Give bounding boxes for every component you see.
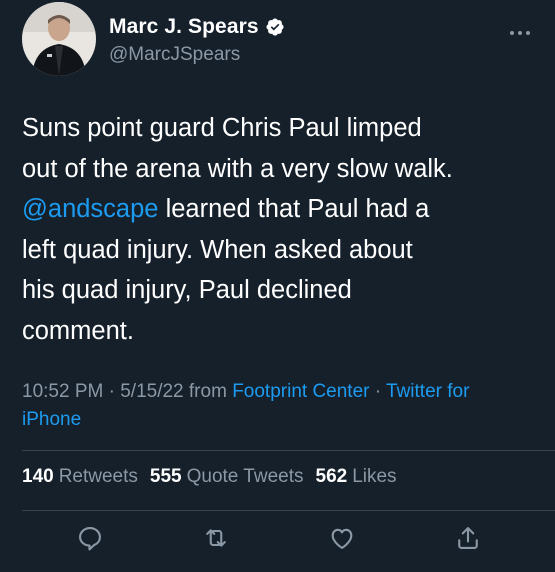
retweet-icon [206,529,226,547]
quotes-stat[interactable]: 555 Quote Tweets [150,466,304,488]
tweet-text: Suns point guard Chris Paul limped out o… [22,108,537,351]
retweets-label: Retweets [58,466,138,487]
more-icon[interactable] [509,24,531,35]
display-name[interactable]: Marc J. Spears [109,15,259,39]
retweets-stat[interactable]: 140 Retweets [22,466,138,488]
retweets-count: 140 [22,466,54,487]
reply-icon [79,527,101,551]
action-bar [0,522,555,558]
divider [22,450,555,451]
avatar[interactable] [22,2,96,76]
avatar-image [22,2,96,76]
name-row: Marc J. Spears [109,14,285,40]
quotes-count: 555 [149,466,182,487]
likes-label: Likes [352,466,397,487]
location-link[interactable]: Footprint Center [232,381,369,402]
likes-count: 562 [315,466,348,487]
tweet-meta: 10:52 PM · 5/15/22 from Footprint Center… [22,378,532,434]
like-button[interactable] [328,524,356,552]
handle[interactable]: @MarcJSpears [109,44,285,66]
tweet-date[interactable]: 5/15/22 [120,381,183,402]
share-button[interactable] [454,524,482,552]
likes-stat[interactable]: 562 Likes [316,466,397,488]
share-icon [458,527,478,549]
from-label: from [183,381,233,402]
like-icon [331,528,353,549]
tweet-time[interactable]: 10:52 PM [22,381,103,402]
meta-separator: · [103,381,121,402]
meta-separator: · [369,381,387,402]
tweet-text-part: Suns point guard Chris Paul limped out o… [22,114,453,183]
author-block: Marc J. Spears @MarcJSpears [109,14,285,66]
verified-badge-icon [265,17,285,37]
mention-link[interactable]: @andscape [22,195,158,223]
reply-button[interactable] [76,524,104,552]
tweet-stats: 140 Retweets 555 Quote Tweets 562 Likes [22,466,409,488]
divider [22,510,555,511]
quotes-label: Quote Tweets [186,466,304,487]
tweet-card: Marc J. Spears @MarcJSpears Suns point g… [0,0,555,572]
retweet-button[interactable] [202,524,230,552]
